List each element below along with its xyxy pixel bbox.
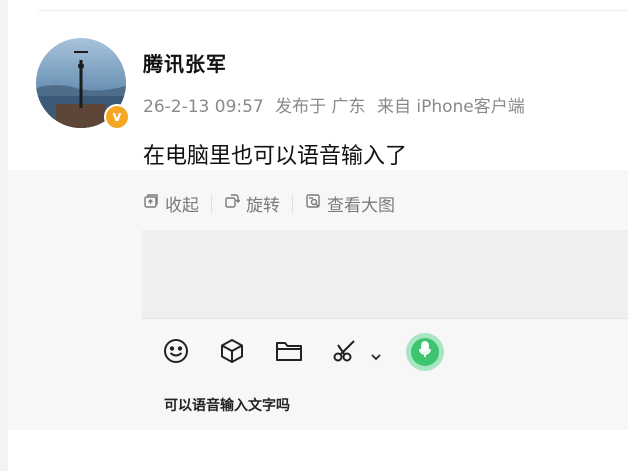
post-source: 来自 iPhone客户端 [376,97,525,117]
chevron-down-icon[interactable] [370,347,382,366]
voice-input-button[interactable] [406,333,444,371]
post-meta: 26-2-13 09:57 发布于 广东 来自 iPhone客户端 [143,92,531,117]
post-text: 在电脑里也可以语音输入了 [143,144,408,169]
folder-icon[interactable] [274,337,304,369]
rotate-button[interactable]: 旋转 [224,191,280,216]
verified-badge-icon: v [104,104,130,130]
divider [292,194,293,213]
view-large-image-button[interactable]: 查看大图 [305,191,395,216]
image-actions: 收起 旋转 查看大图 [143,191,395,216]
collapse-icon [143,193,159,214]
rotate-icon [224,193,241,214]
input-composer: 可以语音输入文字吗 [142,318,628,429]
cube-icon[interactable] [218,337,246,369]
divider [211,194,212,213]
rotate-label: 旋转 [246,196,280,216]
emoji-icon[interactable] [162,337,190,369]
composer-text[interactable]: 可以语音输入文字吗 [164,395,290,415]
collapse-button[interactable]: 收起 [143,191,199,216]
scissors-icon[interactable] [332,337,362,369]
collapse-label: 收起 [165,196,199,216]
post-location: 发布于 广东 [275,97,366,117]
microphone-icon [417,340,433,364]
image-preview [142,230,628,318]
divider [38,10,628,11]
view-large-image-label: 查看大图 [327,196,395,216]
post-time: 26-2-13 09:57 [143,97,264,117]
view-large-image-icon [305,193,321,214]
username[interactable]: 腾讯张军 [143,48,227,77]
